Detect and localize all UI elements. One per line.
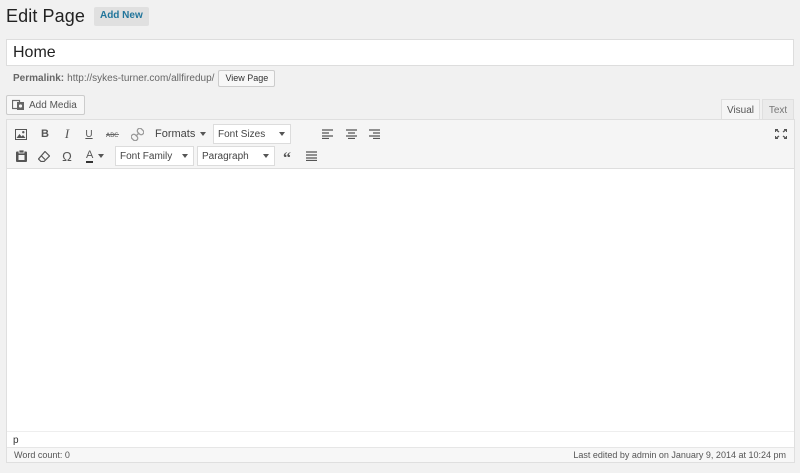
underline-icon[interactable]: U	[79, 123, 99, 145]
font-sizes-label: Font Sizes	[218, 128, 266, 140]
tab-visual[interactable]: Visual	[721, 99, 760, 120]
tab-text[interactable]: Text	[762, 99, 794, 120]
editor: B I U ABC Formats Font Sizes Ω A Font Fa…	[6, 119, 795, 463]
clear-formatting-icon[interactable]	[34, 145, 54, 167]
link-icon[interactable]	[127, 123, 147, 145]
formats-label: Formats	[155, 128, 196, 140]
chevron-down-icon	[279, 132, 285, 136]
align-justify-icon[interactable]	[301, 145, 321, 167]
status-bar: Word count: 0 Last edited by admin on Ja…	[7, 447, 794, 462]
font-family-label: Font Family	[120, 150, 173, 162]
add-media-label: Add Media	[29, 99, 77, 111]
toolbar-row-1: B I U ABC Formats Font Sizes	[7, 123, 794, 145]
post-title-input[interactable]	[6, 39, 794, 66]
text-color-icon: A	[86, 148, 94, 163]
chevron-down-icon	[200, 132, 207, 136]
image-icon[interactable]	[11, 123, 31, 145]
permalink-url[interactable]: http://sykes-turner.com/allfiredup/	[67, 73, 214, 84]
font-family-select[interactable]: Font Family	[115, 146, 194, 166]
blockquote-icon[interactable]: “	[277, 145, 297, 167]
add-new-button[interactable]: Add New	[93, 6, 149, 26]
formats-menu[interactable]: Formats	[155, 123, 207, 145]
toolbar-row-2: Ω A Font Family Paragraph “	[7, 145, 794, 167]
align-right-icon[interactable]	[364, 123, 384, 145]
add-media-icon	[12, 99, 24, 110]
page-header: Edit Page Add New	[6, 4, 149, 28]
font-sizes-select[interactable]: Font Sizes	[213, 124, 291, 144]
paragraph-label: Paragraph	[202, 150, 249, 162]
svg-text:ABC: ABC	[106, 132, 118, 138]
special-character-icon[interactable]: Ω	[57, 145, 77, 167]
last-edited: Last edited by admin on January 9, 2014 …	[573, 450, 786, 460]
editor-toolbar: B I U ABC Formats Font Sizes Ω A Font Fa…	[7, 120, 794, 169]
add-media-button[interactable]: Add Media	[6, 95, 85, 115]
page-title: Edit Page	[6, 5, 85, 26]
align-center-icon[interactable]	[341, 123, 361, 145]
word-count: Word count: 0	[14, 450, 70, 460]
chevron-down-icon	[98, 154, 105, 158]
editor-content[interactable]	[7, 169, 794, 431]
text-color-button[interactable]: A	[81, 145, 113, 167]
permalink-row: Permalink: http://sykes-turner.com/allfi…	[13, 69, 276, 87]
align-left-icon[interactable]	[317, 123, 337, 145]
view-page-button[interactable]: View Page	[218, 69, 276, 87]
italic-icon[interactable]: I	[57, 123, 77, 145]
chevron-down-icon	[182, 154, 188, 158]
paste-as-text-icon[interactable]	[11, 145, 31, 167]
fullscreen-icon[interactable]	[771, 123, 791, 145]
permalink-label: Permalink:	[13, 72, 65, 84]
strikethrough-icon[interactable]: ABC	[103, 123, 123, 145]
paragraph-select[interactable]: Paragraph	[197, 146, 275, 166]
bold-icon[interactable]: B	[35, 123, 55, 145]
chevron-down-icon	[263, 154, 269, 158]
